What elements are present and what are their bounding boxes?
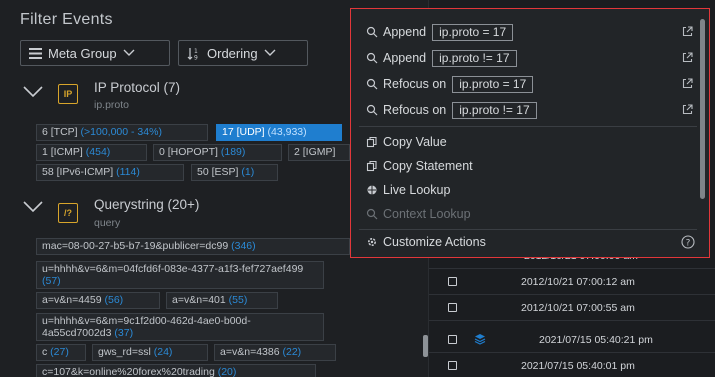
chevron-down-icon[interactable] (22, 85, 44, 99)
menu-value: ip.proto = 17 (432, 23, 514, 41)
filter-toolbar: Meta Group 19 Ordering (20, 40, 308, 66)
menu-value: ip.proto != 17 (432, 49, 517, 67)
menu-divider (359, 126, 697, 127)
search-icon (366, 52, 378, 64)
menu-label: Context Lookup (383, 207, 471, 221)
external-link-icon[interactable] (682, 78, 693, 89)
external-link-icon[interactable] (682, 26, 693, 37)
menu-item-copy-value[interactable]: Copy Value (365, 131, 709, 153)
querystring-icon: /? (58, 203, 78, 223)
event-time: 2012/10/21 07:00:12 am (521, 276, 635, 288)
filter-chip-query[interactable]: c (27) (36, 344, 86, 361)
menu-item-customize-actions[interactable]: Customize Actions ? (365, 231, 709, 253)
menu-label: Copy Statement (383, 159, 473, 173)
svg-text:9: 9 (194, 54, 198, 60)
menu-scrollbar[interactable] (700, 19, 705, 199)
event-row[interactable]: 2021/07/15 05:40:21 pm (429, 327, 715, 353)
event-time: 2021/07/15 05:40:01 pm (521, 360, 635, 372)
filter-chip-udp[interactable]: 17 [UDP] (43,933) (216, 124, 342, 141)
row-checkbox[interactable] (448, 277, 457, 286)
ip-protocol-icon: IP (58, 84, 78, 104)
row-checkbox[interactable] (448, 361, 457, 370)
row-checkbox[interactable] (448, 303, 457, 312)
menu-item-context-lookup: Context Lookup (365, 203, 709, 225)
menu-divider (359, 229, 697, 230)
network-event-icon (474, 334, 486, 345)
external-link-icon[interactable] (682, 104, 693, 115)
search-icon (366, 78, 378, 90)
chevron-down-icon (123, 49, 135, 57)
filter-chip-query[interactable]: a=v&n=4459 (56) (36, 292, 160, 309)
external-link-icon[interactable] (682, 52, 693, 63)
meta-group-label: Meta Group (48, 45, 117, 61)
row-checkbox[interactable] (448, 335, 457, 344)
ordering-label: Ordering (207, 45, 258, 61)
menu-item-append-equals[interactable]: Append ip.proto = 17 (365, 21, 709, 43)
ordering-dropdown[interactable]: 19 Ordering (178, 40, 308, 66)
filter-chip-query[interactable]: a=v&n=4386 (22) (214, 344, 336, 361)
menu-item-append-not-equals[interactable]: Append ip.proto != 17 (365, 47, 709, 69)
menu-item-refocus-not-equals[interactable]: Refocus on ip.proto != 17 (365, 99, 709, 121)
menu-value: ip.proto = 17 (452, 75, 534, 93)
svg-text:?: ? (686, 239, 691, 249)
menu-label: Customize Actions (383, 235, 486, 249)
filter-chip-query[interactable]: u=hhhh&v=6&m=9c1f2d00-462d-4ae0-b00d-4a5… (36, 313, 324, 341)
context-lookup-icon (366, 208, 378, 220)
list-icon (29, 47, 42, 59)
filter-chip-query[interactable]: a=v&n=401 (55) (166, 292, 278, 309)
search-icon (366, 104, 378, 116)
group-key: ip.proto (94, 99, 130, 111)
filter-chip-icmp[interactable]: 1 [ICMP] (454) (36, 144, 147, 161)
event-row[interactable]: 2021/07/15 05:40:01 pm (429, 353, 715, 377)
copy-icon (366, 160, 377, 172)
menu-action: Refocus on (383, 77, 447, 91)
menu-action: Append (383, 51, 427, 65)
group-name[interactable]: Querystring (20+) (94, 197, 199, 212)
filter-chip-igmp[interactable]: 2 [IGMP] (288, 144, 350, 161)
copy-icon (366, 136, 377, 148)
group-name[interactable]: IP Protocol (7) (94, 80, 180, 95)
event-row[interactable]: 2012/10/21 07:00:55 am (429, 295, 715, 321)
filter-chip-tcp[interactable]: 6 [TCP] (>100,000 - 34%) (36, 124, 208, 141)
filter-chip-hopopt[interactable]: 0 [HOPOPT] (189) (153, 144, 282, 161)
chevron-down-icon[interactable] (22, 200, 44, 214)
menu-label: Copy Value (383, 135, 447, 149)
menu-action: Refocus on (383, 103, 447, 117)
filter-chip-query[interactable]: mac=08-00-27-b5-b7-19&publicer=dc99 (346… (36, 238, 350, 255)
menu-item-live-lookup[interactable]: Live Lookup (365, 179, 709, 201)
menu-action: Append (383, 25, 427, 39)
live-lookup-icon (367, 185, 377, 195)
menu-item-copy-statement[interactable]: Copy Statement (365, 155, 709, 177)
panel-title: Filter Events (20, 11, 113, 28)
search-icon (366, 26, 378, 38)
gear-icon (367, 237, 377, 247)
sort-icon: 19 (187, 47, 201, 60)
event-time: 2012/10/21 07:00:55 am (521, 302, 635, 314)
menu-value: ip.proto != 17 (452, 101, 537, 119)
filter-chip-query[interactable]: c=107&k=online%20forex%20trading (20) (36, 364, 316, 377)
chevron-down-icon (264, 49, 276, 57)
filter-chip-query[interactable]: u=hhhh&v=6&m=04fcfd6f-083e-4377-a1f3-fef… (36, 261, 324, 289)
filter-chip-esp[interactable]: 50 [ESP] (1) (191, 164, 278, 181)
filter-chip-query[interactable]: gws_rd=ssl (24) (92, 344, 208, 361)
menu-label: Live Lookup (383, 183, 451, 197)
help-icon[interactable]: ? (681, 235, 695, 249)
event-time: 2021/07/15 05:40:21 pm (539, 334, 653, 346)
filter-chip-ipv6-icmp[interactable]: 58 [IPv6-ICMP] (114) (36, 164, 184, 181)
menu-item-refocus-equals[interactable]: Refocus on ip.proto = 17 (365, 73, 709, 95)
context-menu: Append ip.proto = 17 Append ip.proto != … (350, 8, 710, 258)
group-key: query (94, 217, 121, 229)
event-row[interactable]: 2012/10/21 07:00:12 am (429, 269, 715, 295)
meta-group-dropdown[interactable]: Meta Group (20, 40, 170, 66)
